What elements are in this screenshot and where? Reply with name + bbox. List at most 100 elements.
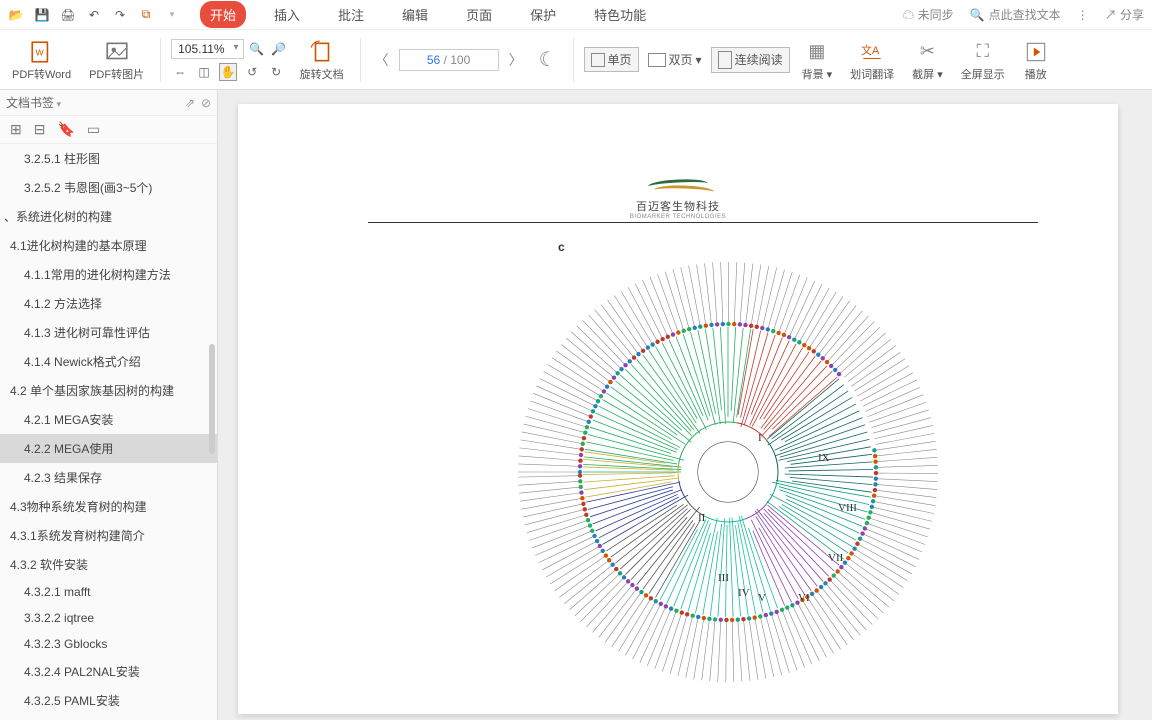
- pdf-to-image-button[interactable]: PDF转图片: [83, 36, 150, 84]
- clade-label: II: [698, 512, 705, 524]
- tab-6[interactable]: 特色功能: [584, 1, 656, 28]
- clade-label: III: [718, 572, 729, 584]
- rotate-ccw-icon[interactable]: ↺: [243, 63, 261, 81]
- tab-3[interactable]: 编辑: [392, 1, 438, 28]
- logo-text: 百迈客生物科技: [636, 198, 720, 214]
- undo-icon[interactable]: ↶: [86, 7, 102, 23]
- toc-item[interactable]: 4.3.2 软件安装: [0, 550, 217, 579]
- pdf-page: 百迈客生物科技 BIOMARKER TECHNOLOGIES c IIIIIII…: [238, 104, 1118, 714]
- toc-item[interactable]: 4.2.2 MEGA使用: [0, 434, 217, 463]
- background-button[interactable]: ▦ 背景 ▾: [796, 36, 839, 84]
- toc-item[interactable]: 4.1.2 方法选择: [0, 289, 217, 318]
- toc-item[interactable]: 3.2.5.2 韦恩图(画3~5个): [0, 173, 217, 202]
- night-mode-button[interactable]: ☾: [533, 44, 563, 76]
- toc-item[interactable]: 3.3.2.2 iqtree: [0, 605, 217, 631]
- expand-all-icon[interactable]: ⊞: [10, 121, 22, 138]
- fit-width-icon[interactable]: ⇔: [171, 63, 189, 81]
- rotate-doc-button[interactable]: 旋转文档: [294, 36, 350, 84]
- zoom-in-icon[interactable]: 🔎: [270, 40, 288, 58]
- bookmark-icon[interactable]: 🔖: [57, 121, 74, 138]
- hand-tool-icon[interactable]: ✋: [219, 63, 237, 81]
- zoom-controls: 105.11% 🔍 🔎: [171, 39, 287, 59]
- toc-list[interactable]: 3.2.5.1 柱形图3.2.5.2 韦恩图(画3~5个)、系统进化树的构建4.…: [0, 144, 217, 720]
- play-button[interactable]: 播放: [1017, 36, 1055, 84]
- bookmark-outline-icon[interactable]: ▭: [87, 121, 100, 138]
- sidebar-title[interactable]: 文档书签: [6, 94, 61, 111]
- toc-item[interactable]: 4.3.2.4 PAL2NAL安装: [0, 657, 217, 686]
- logo-swoosh-icon: [648, 174, 708, 196]
- quick-access: 📂 💾 🖨 ↶ ↷ ⧉ ▾: [8, 7, 180, 23]
- tab-5[interactable]: 保护: [520, 1, 566, 28]
- pdf-to-word-button[interactable]: W PDF转Word: [6, 36, 77, 84]
- clade-label: I: [758, 432, 762, 444]
- collapse-all-icon[interactable]: ⊟: [34, 121, 46, 138]
- tab-1[interactable]: 插入: [264, 1, 310, 28]
- sidebar-tools: ⊞ ⊟ 🔖 ▭: [0, 116, 217, 144]
- logo-subtext: BIOMARKER TECHNOLOGIES: [630, 214, 726, 220]
- toc-item[interactable]: 4.2.3 结果保存: [0, 463, 217, 492]
- view-double-button[interactable]: 双页 ▾: [641, 47, 709, 72]
- bookmark-sidebar: 文档书签 ⇗ ⊘ ⊞ ⊟ 🔖 ▭ 3.2.5.1 柱形图3.2.5.2 韦恩图(…: [0, 90, 218, 720]
- document-viewport[interactable]: 百迈客生物科技 BIOMARKER TECHNOLOGIES c IIIIIII…: [218, 90, 1152, 720]
- tab-2[interactable]: 批注: [328, 1, 374, 28]
- menu-bar: 📂 💾 🖨 ↶ ↷ ⧉ ▾ 开始插入批注编辑页面保护特色功能 ☁ 未同步 🔍 点…: [0, 0, 1152, 30]
- search-box[interactable]: 🔍 点此查找文本: [970, 6, 1061, 23]
- view-mode-group: 单页 双页 ▾ 连续阅读: [584, 47, 790, 73]
- print-icon[interactable]: 🖨: [60, 7, 76, 23]
- zoom-select[interactable]: 105.11%: [171, 39, 243, 59]
- next-page-button[interactable]: 〉: [505, 50, 527, 70]
- toc-item[interactable]: 4.1.1常用的进化树构建方法: [0, 260, 217, 289]
- screenshot-button[interactable]: ✂ 截屏 ▾: [906, 36, 949, 84]
- clade-label: VIII: [838, 502, 857, 514]
- toc-item[interactable]: 4.2 单个基因家族基因树的构建: [0, 376, 217, 405]
- page-number-input[interactable]: 56 / 100: [399, 49, 499, 71]
- toolbar: W PDF转Word PDF转图片 105.11% 🔍 🔎 ⇔ ◫ ✋ ↺ ↻ …: [0, 30, 1152, 90]
- toc-item[interactable]: 4.1.4 Newick格式介绍: [0, 347, 217, 376]
- dict-translate-button[interactable]: 文A 划词翻译: [844, 36, 900, 84]
- header-rule: [368, 222, 1038, 223]
- zoom-out-icon[interactable]: 🔍: [248, 40, 266, 58]
- svg-text:W: W: [35, 47, 44, 57]
- rotate-cw-icon[interactable]: ↻: [267, 63, 285, 81]
- view-single-button[interactable]: 单页: [584, 47, 639, 72]
- sidebar-close-icon[interactable]: ⊘: [201, 96, 211, 110]
- tab-4[interactable]: 页面: [456, 1, 502, 28]
- view-continuous-button[interactable]: 连续阅读: [711, 47, 790, 73]
- clade-label: IV: [738, 587, 750, 599]
- toc-item[interactable]: 4.2.1 MEGA安装: [0, 405, 217, 434]
- page-header-logo: 百迈客生物科技 BIOMARKER TECHNOLOGIES: [238, 174, 1118, 220]
- toc-item[interactable]: 、系统进化树的构建: [0, 202, 217, 231]
- clade-label: IX: [818, 452, 830, 464]
- prev-page-button[interactable]: 〈: [371, 50, 393, 70]
- redo-icon[interactable]: ↷: [112, 7, 128, 23]
- toc-item[interactable]: 4.3.2.6 FigTree安装: [0, 715, 217, 720]
- toc-item[interactable]: 4.1进化树构建的基本原理: [0, 231, 217, 260]
- page-tool-icons: ⇔ ◫ ✋ ↺ ↻: [171, 63, 287, 81]
- open-icon[interactable]: 📂: [8, 7, 24, 23]
- fullscreen-button[interactable]: ⛶ 全屏显示: [955, 36, 1011, 84]
- toc-item[interactable]: 4.3.2.3 Gblocks: [0, 631, 217, 657]
- sidebar-pin-icon[interactable]: ⇗: [185, 96, 195, 110]
- clade-label: V: [758, 592, 766, 604]
- toc-item[interactable]: 4.1.3 进化树可靠性评估: [0, 318, 217, 347]
- svg-text:文A: 文A: [861, 43, 880, 57]
- crop-icon[interactable]: ◫: [195, 63, 213, 81]
- sync-status[interactable]: ☁ 未同步: [902, 6, 953, 23]
- circular-phylogenetic-tree: IIIIIIIVVVIVIIVIIIIX: [508, 252, 948, 692]
- chevron-down-icon[interactable]: ▾: [164, 7, 180, 23]
- toc-item[interactable]: 3.2.5.1 柱形图: [0, 144, 217, 173]
- toc-item[interactable]: 4.3.2.1 mafft: [0, 579, 217, 605]
- clade-label: VII: [828, 552, 843, 564]
- tab-0[interactable]: 开始: [200, 1, 246, 28]
- toc-item[interactable]: 4.3.1系统发育树构建简介: [0, 521, 217, 550]
- save-icon[interactable]: 💾: [34, 7, 50, 23]
- toc-item[interactable]: 4.3物种系统发育树的构建: [0, 492, 217, 521]
- share-button[interactable]: ↗ 分享: [1105, 6, 1144, 23]
- main-tabs: 开始插入批注编辑页面保护特色功能: [200, 1, 656, 28]
- toc-item[interactable]: 4.3.2.5 PAML安装: [0, 686, 217, 715]
- copy-icon[interactable]: ⧉: [138, 7, 154, 23]
- scrollbar-thumb[interactable]: [209, 344, 215, 454]
- clade-label: VI: [798, 592, 810, 604]
- more-icon[interactable]: ⋮: [1077, 8, 1089, 22]
- body: 文档书签 ⇗ ⊘ ⊞ ⊟ 🔖 ▭ 3.2.5.1 柱形图3.2.5.2 韦恩图(…: [0, 90, 1152, 720]
